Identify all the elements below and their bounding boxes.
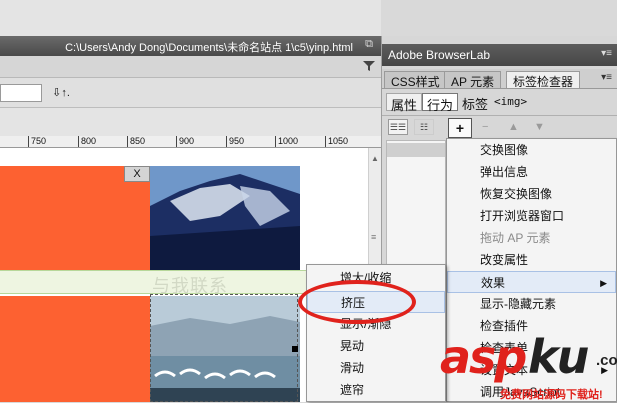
document-path: C:\Users\Andy Dong\Documents\未命名站点 1\c5\…: [65, 42, 353, 54]
ruler-label: 950: [226, 136, 244, 147]
show-set-events-icon[interactable]: ☰☰: [388, 119, 408, 135]
behaviors-list-selected-row[interactable]: [387, 143, 445, 157]
tag-label: 标签: [462, 97, 489, 112]
toolbar-input[interactable]: [0, 84, 42, 102]
menu-item-label: 效果: [481, 276, 506, 290]
restore-icon[interactable]: ⧉: [365, 38, 373, 51]
menu-item-label: 打开浏览器窗口: [480, 209, 565, 223]
ruler-label: 850: [127, 136, 145, 147]
submenu-arrow-icon: ▶: [600, 278, 607, 288]
scroll-up-icon[interactable]: ▲: [371, 154, 379, 163]
menu-item-label: 遮帘: [340, 383, 365, 397]
menu-item-effects[interactable]: 效果 ▶: [447, 271, 616, 293]
menu-item-label: 改变属性: [480, 253, 529, 267]
menu-item-label: 显示-隐藏元素: [480, 297, 556, 311]
menu-item-label: 滑动: [340, 361, 365, 375]
watermark-asp: asp: [440, 330, 527, 384]
watermark-ku: ku: [528, 330, 589, 384]
move-up-icon[interactable]: ▲: [508, 121, 519, 133]
show-all-events-icon[interactable]: ☷: [414, 119, 434, 135]
tab-css-styles[interactable]: CSS样式: [384, 71, 447, 89]
menu-item-drag-ap-element: 拖动 AP 元素: [447, 227, 616, 249]
watermark-com: .com: [596, 352, 617, 369]
menu-item-blind[interactable]: 遮帘: [307, 379, 445, 401]
menu-item-show-hide-elements[interactable]: 显示-隐藏元素: [447, 293, 616, 315]
ruler-label: 900: [176, 136, 194, 147]
image-selection-outline: [150, 294, 298, 402]
panel-options-icon[interactable]: ▾≡: [601, 48, 612, 59]
menu-item-label: 弹出信息: [480, 165, 529, 179]
watermark-subtitle: 免费网站源码下载站!: [500, 389, 603, 401]
ruler-label: 1000: [275, 136, 298, 147]
menu-item-swap-image[interactable]: 交换图像: [447, 139, 616, 161]
resize-handle[interactable]: [292, 346, 298, 352]
mountain-image[interactable]: [150, 166, 300, 270]
document-title-bar: C:\Users\Andy Dong\Documents\未命名站点 1\c5\…: [0, 36, 381, 56]
browserlab-title: Adobe BrowserLab: [388, 48, 491, 62]
menu-item-label: 晃动: [340, 339, 365, 353]
menu-item-popup-message[interactable]: 弹出信息: [447, 161, 616, 183]
tag-value: <img>: [494, 95, 528, 108]
menu-item-shake[interactable]: 晃动: [307, 335, 445, 357]
menu-item-change-property[interactable]: 改变属性: [447, 249, 616, 271]
scroll-grip-icon[interactable]: ≡: [371, 232, 376, 242]
menu-item-label: 恢复交换图像: [480, 187, 553, 201]
close-button[interactable]: X: [124, 166, 150, 182]
tab-ap-elements[interactable]: AP 元素: [444, 71, 502, 89]
horizontal-ruler: 750 800 850 900 950 1000 1050: [0, 136, 381, 148]
menu-item-slide[interactable]: 滑动: [307, 357, 445, 379]
orange-block-bottom: [0, 296, 150, 402]
tab-attributes[interactable]: 属性: [386, 93, 423, 113]
move-down-icon[interactable]: ▼: [534, 121, 545, 133]
tab-tag-inspector[interactable]: 标签检查器: [506, 71, 581, 89]
inspector-subtabs: 属性 行为 标签 <img>: [382, 92, 617, 114]
behavior-actions: ☰☰ ☷ + − ▲ ▼: [382, 115, 617, 139]
menu-item-label: 拖动 AP 元素: [480, 231, 551, 245]
remove-behavior-icon[interactable]: −: [482, 121, 488, 133]
funnel-icon[interactable]: [363, 60, 375, 72]
menu-item-open-browser-window[interactable]: 打开浏览器窗口: [447, 205, 616, 227]
highlight-ellipse: [298, 280, 416, 324]
document-toolbar: ⇩↑.: [0, 78, 381, 108]
filter-row: [0, 56, 381, 78]
ruler-label: 1050: [325, 136, 348, 147]
menu-item-swap-image-restore[interactable]: 恢复交换图像: [447, 183, 616, 205]
browserlab-header[interactable]: Adobe BrowserLab ▾≡: [382, 44, 617, 66]
sort-button[interactable]: ⇩↑.: [48, 84, 74, 102]
tab-behaviors[interactable]: 行为: [422, 93, 459, 113]
panel-options-icon[interactable]: ▾≡: [601, 72, 612, 83]
ruler-label: 750: [28, 136, 46, 147]
panel-tab-row: CSS样式 AP 元素 标签检查器 ▾≡: [382, 69, 617, 89]
menu-item-label: 交换图像: [480, 143, 529, 157]
add-behavior-button[interactable]: +: [448, 118, 472, 138]
ruler-label: 800: [78, 136, 96, 147]
